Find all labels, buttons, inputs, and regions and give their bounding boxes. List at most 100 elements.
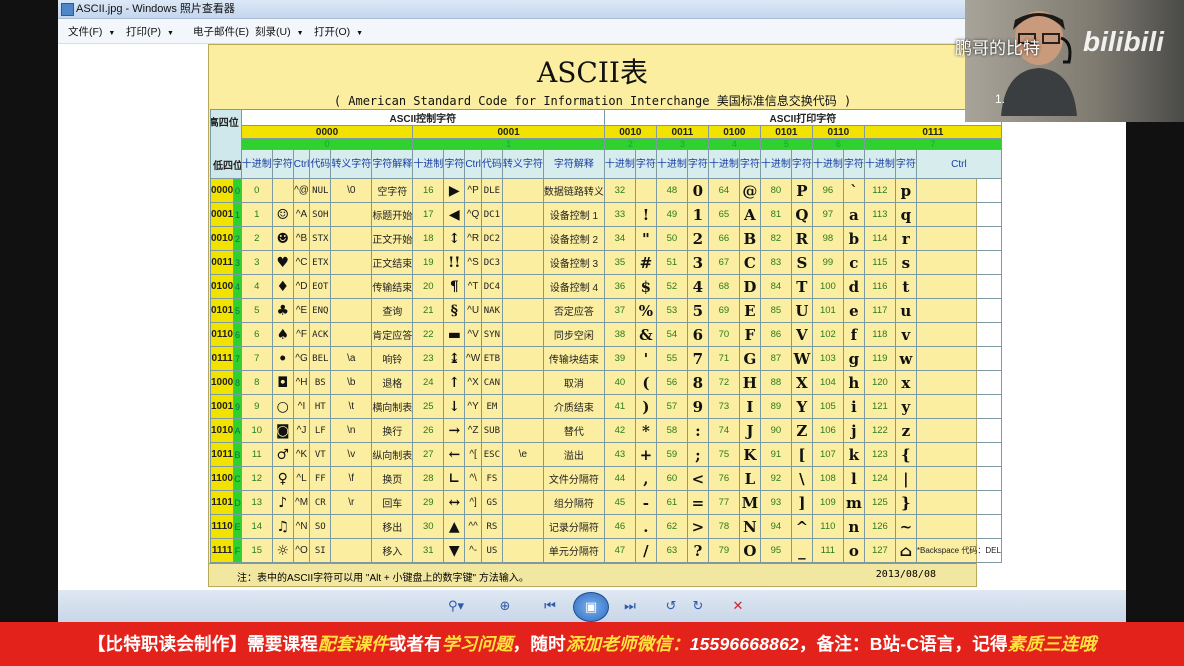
ctrl-key-cell: ^O (292, 538, 311, 563)
menu-item-label: 打印(P) (126, 26, 161, 38)
decimal-cell: 15 (240, 538, 273, 563)
code-cell: HT (309, 394, 332, 419)
column-header: 十进制 (412, 149, 445, 179)
decimal-cell: 100 (811, 274, 844, 299)
decimal-cell: 105 (811, 394, 844, 419)
column-header: 字符 (271, 149, 294, 179)
next-button[interactable]: ⏭ (620, 598, 640, 614)
table-row: 0101 5 5 ♣ ^E ENQ 查询 21 § ^U NAK 否定应答 37% 53 5 69 E 85 U 10… (209, 298, 1002, 323)
decimal-cell: 40 (603, 370, 636, 395)
delete-button[interactable]: ✕ (728, 598, 748, 614)
decimal-cell: 6 (240, 322, 273, 347)
escape-cell (330, 250, 373, 275)
char-cell: { (894, 442, 917, 467)
menu-item[interactable]: 文件(F) ▼ (68, 24, 115, 39)
column-header: 字符 (738, 149, 761, 179)
escape-cell (330, 514, 373, 539)
char-cell: ( (634, 370, 657, 395)
menu-item-label: 电子邮件(E) (193, 26, 249, 38)
decimal-cell: 29 (412, 490, 445, 515)
code-cell: DC2 (480, 226, 503, 251)
code-cell: BEL (309, 346, 332, 371)
decimal-cell: 20 (412, 274, 445, 299)
chevron-down-icon: ▼ (356, 30, 364, 37)
decimal-cell: 30 (412, 514, 445, 539)
decimal-cell: 89 (759, 394, 792, 419)
slideshow-button[interactable]: ▣ (573, 592, 609, 622)
decimal-cell: 17 (412, 202, 445, 227)
char-cell: ! (634, 202, 657, 227)
char-cell: C (738, 250, 761, 275)
glyph-cell: ♦ (271, 274, 294, 299)
decimal-cell: 115 (863, 250, 896, 275)
escape-cell (501, 514, 544, 539)
char-cell: 8 (686, 370, 709, 395)
explanation-cell: 换行 (371, 418, 414, 443)
glyph-cell: → (443, 418, 466, 443)
escape-cell: \t (330, 394, 373, 419)
glyph-cell: ☺ (271, 202, 294, 227)
banner-highlight-3: 添加老师微信： (565, 634, 690, 654)
escape-cell (501, 202, 544, 227)
high-hex-cell: 5 (759, 138, 813, 150)
column-header: 字符 (686, 149, 709, 179)
column-header: Ctrl (915, 149, 1002, 179)
channel-watermark: 鹏哥的比特 (955, 39, 1040, 58)
decimal-cell: 54 (655, 322, 688, 347)
decimal-cell: 9 (240, 394, 273, 419)
decimal-cell: 33 (603, 202, 636, 227)
table-row: 1001 9 9 ○ ^I HT \t 横向制表 25 ↓ ^Y EM 介质结束 41) 57 9 73 I 89 Y… (209, 394, 1002, 419)
poster-title: ASCII表 (537, 56, 648, 89)
char-cell: < (686, 466, 709, 491)
table-row: 0100 4 4 ♦ ^D EOT 传输结束 20 ¶ ^T DC4 设备控制 4 36 $52 4 68 D 8… (209, 274, 1002, 299)
banner-highlight-1: 配套课件 (317, 634, 389, 654)
code-cell: ENQ (309, 298, 332, 323)
banner-text-1: 【比特职读会制作】需要课程 (87, 634, 318, 654)
webcam-marker: 1. (995, 92, 1006, 106)
ascii-table: 高四位 低四位 ASCII控制字符 ASCII打印字符 0000 0001 0010 0011… (209, 109, 1002, 563)
char-cell: 6 (686, 322, 709, 347)
explanation-cell: 否定应答 (542, 298, 605, 323)
ctrl-note-cell (915, 490, 1002, 515)
decimal-cell: 51 (655, 250, 688, 275)
decimal-cell: 88 (759, 370, 792, 395)
char-cell: F (738, 322, 761, 347)
char-cell: E (738, 298, 761, 323)
char-cell: V (790, 322, 813, 347)
menu-item[interactable]: 打开(O) ▼ (314, 24, 363, 39)
char-cell: s (894, 250, 917, 275)
decimal-cell: 14 (240, 514, 273, 539)
table-row: 0110 6 6 ♠ ^F ACK 肯定应答 22 ▬ ^V SYN 同步空闲 38 & 54 6 70 F 86 V… (209, 322, 1002, 347)
menu-item[interactable]: 刻录(U) ▼ (255, 24, 304, 39)
char-cell: 0 (686, 178, 709, 203)
low-bits-label: 低四位 (213, 161, 242, 172)
zoom-button[interactable]: ⚲▾ (446, 598, 466, 614)
decimal-cell: 59 (655, 442, 688, 467)
chevron-down-icon: ▼ (108, 30, 116, 37)
ctrl-key-cell: ^U (464, 298, 482, 323)
low-hex-cell: B (233, 442, 242, 467)
decimal-cell: 68 (707, 274, 740, 299)
char-cell: q (894, 202, 917, 227)
char-cell: - (634, 490, 657, 515)
ctrl-note-cell: *Backspace 代码：DEL (915, 538, 1002, 563)
char-cell: e (842, 298, 865, 323)
decimal-cell: 24 (412, 370, 445, 395)
escape-cell: \n (330, 418, 373, 443)
char-cell: N (738, 514, 761, 539)
fit-button[interactable]: ⊕ (495, 598, 515, 614)
rotate-right-button[interactable]: ↻ (688, 598, 708, 614)
glyph-cell: !! (443, 250, 466, 275)
ctrl-key-cell: ^B (292, 226, 311, 251)
previous-button[interactable]: ⏮ (540, 598, 560, 614)
rotate-left-button[interactable]: ↺ (661, 598, 681, 614)
menu-item[interactable]: 打印(P) ▼ (126, 24, 174, 39)
promo-banner: 【比特职读会制作】需要课程配套课件或者有学习问题，随时添加老师微信：155966… (0, 622, 1184, 666)
explanation-cell: 设备控制 1 (542, 202, 605, 227)
decimal-cell: 93 (759, 490, 792, 515)
char-cell: ' (634, 346, 657, 371)
ctrl-key-cell: ^Y (464, 394, 482, 419)
escape-cell: \v (330, 442, 373, 467)
menu-item[interactable]: 电子邮件(E) (193, 24, 249, 39)
decimal-cell: 95 (759, 538, 792, 563)
